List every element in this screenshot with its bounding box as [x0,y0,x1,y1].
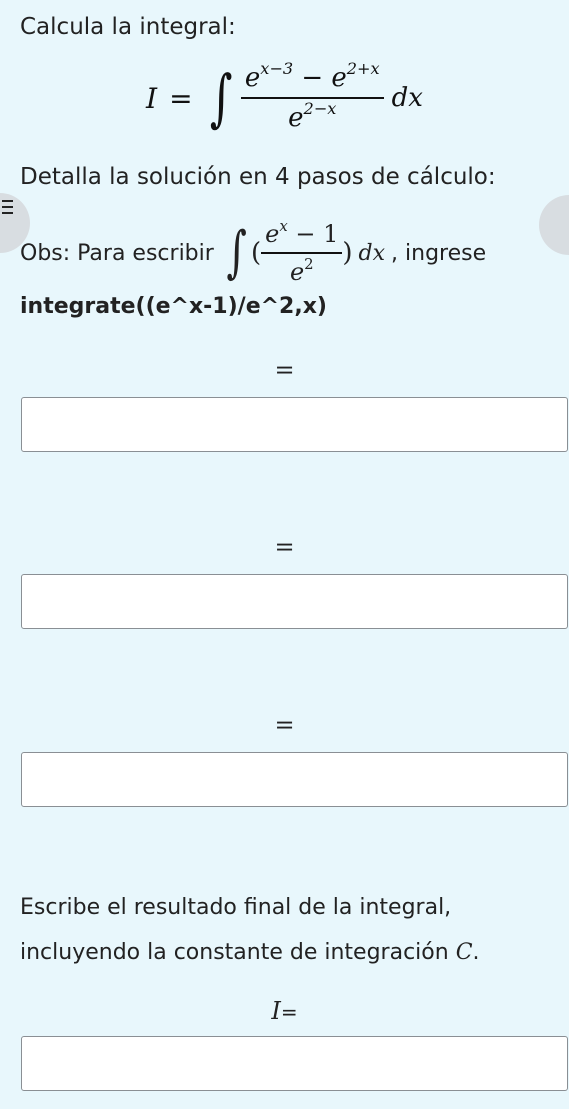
example-open-paren: ( [251,238,262,268]
example-close-paren: ) [342,238,353,268]
step-1-input[interactable] [21,397,568,452]
formula-lhs: I [146,81,158,115]
step-2-input[interactable] [21,574,568,629]
final-instruction-suffix: . [472,940,480,965]
final-label-equals: = [280,1000,298,1024]
page-heading: Calcula la integral: [20,14,236,40]
obs-prefix: Obs: Para escribir [20,240,214,266]
formula-differential: dx [391,83,423,113]
example-den-base: e [289,258,305,286]
final-label-var: I [271,997,281,1025]
final-instruction-prefix: incluyendo la constante de integración [20,940,456,965]
num-minus: − [293,63,332,93]
steps-instruction: Detalla la solución en 4 pasos de cálcul… [20,164,496,190]
example-num-exp: x [279,216,288,235]
example-integral-formula: ∫ ( ex − 1 e2 ) dx [222,216,386,286]
integral-sign-icon: ∫ [209,61,232,134]
obs-line: Obs: Para escribir ∫ ( ex − 1 e2 ) dx , … [20,218,486,288]
example-den-exp: 2 [304,254,314,273]
final-label: I= [0,997,569,1025]
example-num-rest: − 1 [287,220,339,248]
example-num-base: e [265,220,280,248]
num-exp-2: 2+x [346,58,380,78]
example-fraction: ex − 1 e2 [261,216,343,286]
main-fraction: ex−3 − e2+x e2−x [240,60,384,133]
example-differential: dx [358,240,386,266]
step-3-equals: = [274,711,295,739]
final-instruction-line-1: Escribe el resultado final de la integra… [20,895,452,920]
den-exp: 2−x [303,98,337,118]
obs-suffix: , ingrese [391,240,487,266]
step-1-equals: = [274,356,295,384]
num-base-2: e [331,63,347,93]
right-drawer-tab[interactable] [539,195,569,255]
formula-equals: = [169,81,193,115]
num-exp-1: x−3 [260,58,294,78]
constant-symbol: C [455,940,473,965]
num-base-1: e [244,63,261,93]
hint-syntax: integrate((e^x-1)/e^2,x) [20,294,327,319]
step-2-equals: = [274,533,295,561]
example-integral-sign-icon: ∫ [226,220,247,285]
main-integral-formula: I = ∫ ex−3 − e2+x e2−x dx [146,52,423,144]
menu-icon[interactable] [2,200,13,214]
final-instruction-line-2: incluyendo la constante de integración C… [20,940,480,965]
final-result-input[interactable] [21,1036,568,1091]
step-3-input[interactable] [21,752,568,807]
den-base: e [288,103,304,133]
